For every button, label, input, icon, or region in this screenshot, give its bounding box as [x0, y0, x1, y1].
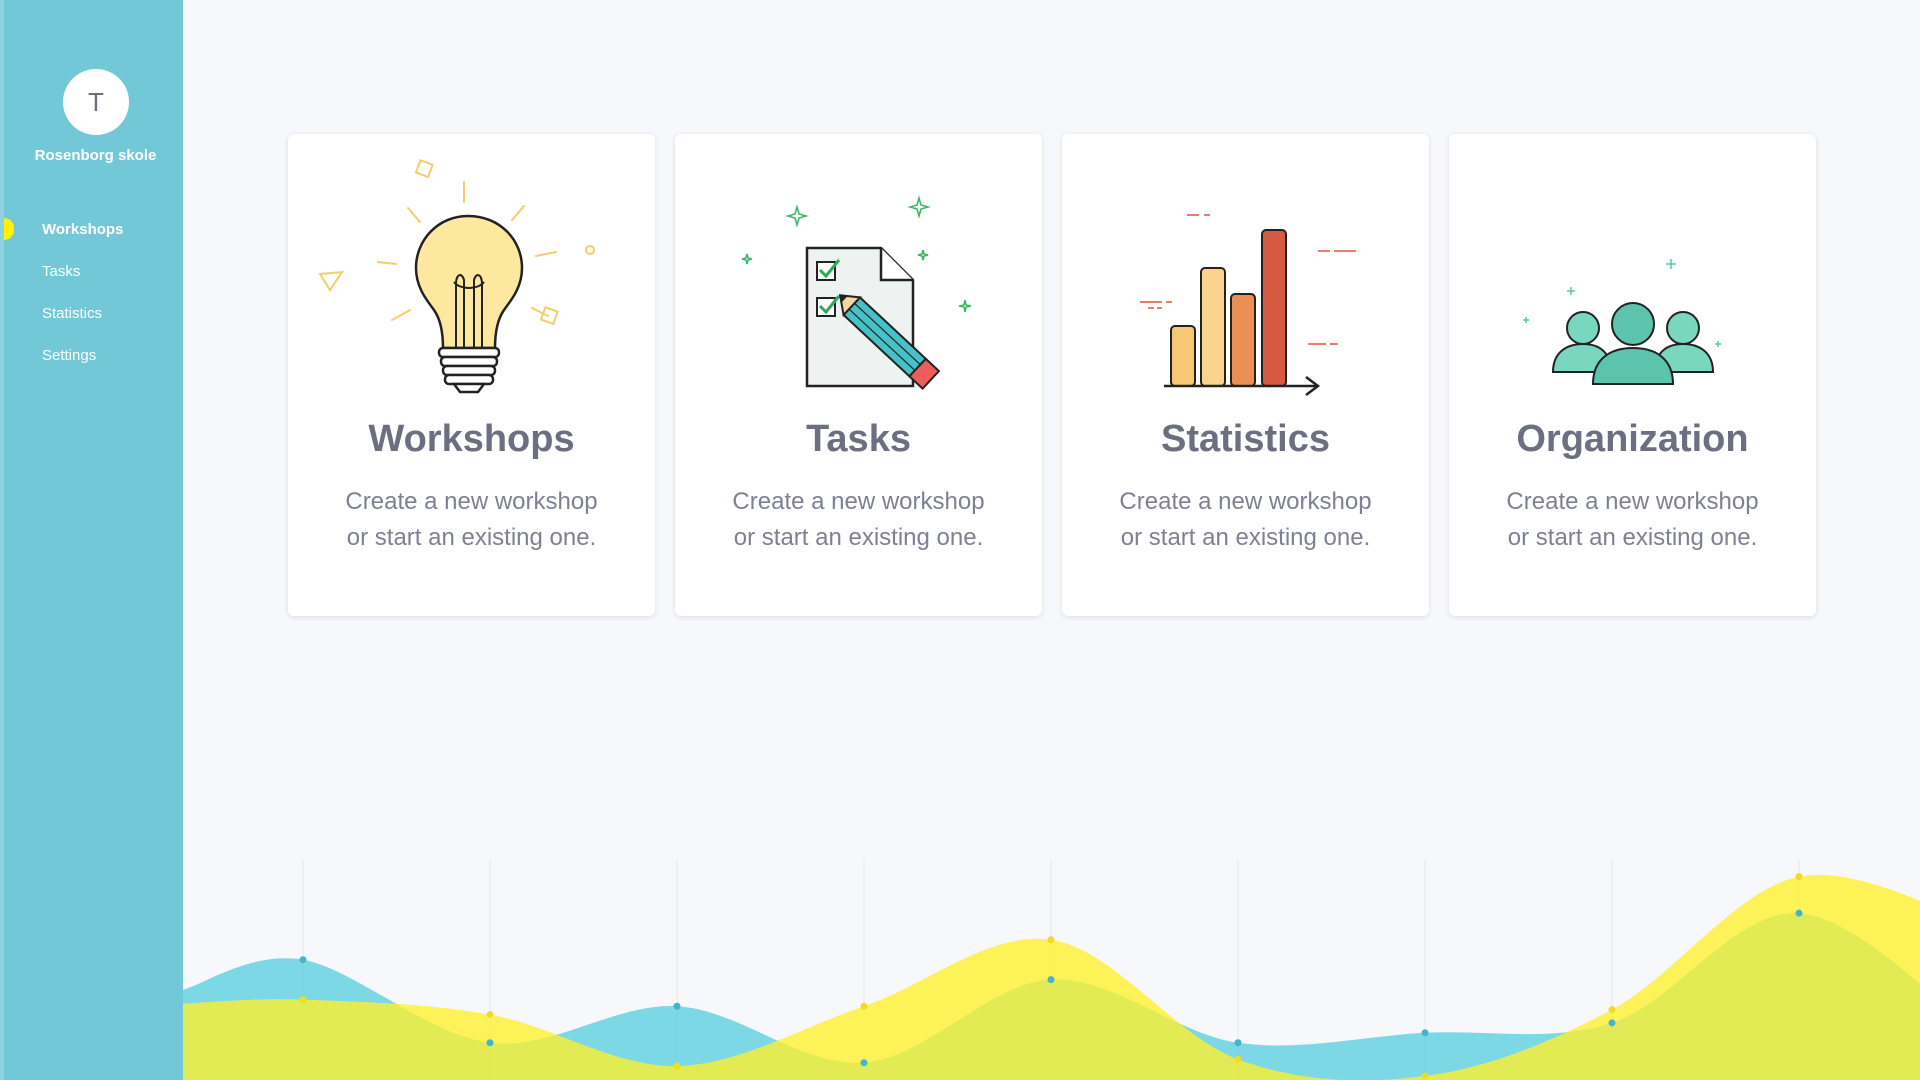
card-description: Create a new workshop or start an existi…: [1469, 484, 1796, 556]
sidebar-item-tasks[interactable]: Tasks: [4, 250, 187, 292]
description-line: or start an existing one.: [1507, 524, 1758, 551]
data-point: [1608, 1006, 1616, 1014]
data-point: [673, 1062, 681, 1070]
description-line: or start an existing one.: [346, 524, 597, 551]
lightbulb-icon: [318, 159, 595, 394]
sidebar: T Rosenborg skole Workshops Tasks Statis…: [0, 0, 183, 1080]
card-title: Workshops: [368, 418, 575, 460]
avatar[interactable]: T: [63, 69, 129, 135]
data-point: [1795, 873, 1803, 881]
card-description: Create a new workshop or start an existi…: [308, 484, 635, 556]
data-point: [1795, 909, 1803, 917]
data-point: [1421, 1029, 1429, 1037]
bar-chart-icon: [1140, 214, 1356, 396]
area-chart: [183, 860, 1920, 1080]
card-tasks[interactable]: Tasks Create a new workshop or start an …: [675, 134, 1042, 616]
card-statistics[interactable]: Statistics Create a new workshop or star…: [1062, 134, 1429, 616]
card-workshops[interactable]: Workshops Create a new workshop or start…: [288, 134, 655, 616]
data-point: [860, 1059, 868, 1067]
data-point: [673, 1002, 681, 1010]
card-description: Create a new workshop or start an existi…: [1082, 484, 1409, 556]
description-line: Create a new workshop: [732, 488, 985, 515]
data-point: [299, 956, 307, 964]
data-point: [1234, 1039, 1242, 1047]
sidebar-nav: Workshops Tasks Statistics Settings: [4, 208, 187, 376]
description-line: or start an existing one.: [1120, 524, 1371, 551]
data-point: [1234, 1055, 1242, 1063]
data-point: [1047, 936, 1055, 944]
card-description: Create a new workshop or start an existi…: [695, 484, 1022, 556]
card-title: Tasks: [806, 418, 911, 460]
data-point: [486, 1011, 494, 1019]
description-line: Create a new workshop: [345, 488, 598, 515]
people-icon: [1523, 259, 1721, 385]
data-point: [1047, 976, 1055, 984]
sidebar-item-settings[interactable]: Settings: [4, 334, 187, 376]
data-point: [299, 996, 307, 1004]
card-organization[interactable]: Organization Create a new workshop or st…: [1449, 134, 1816, 616]
sidebar-item-statistics[interactable]: Statistics: [4, 292, 187, 334]
checklist-pencil-icon: [741, 195, 972, 391]
data-point: [486, 1039, 494, 1047]
card-title: Organization: [1516, 418, 1749, 460]
description-line: Create a new workshop: [1506, 488, 1759, 515]
sidebar-item-workshops[interactable]: Workshops: [4, 208, 187, 250]
card-title: Statistics: [1161, 418, 1330, 460]
school-name: Rosenborg skole: [34, 147, 157, 164]
data-point: [860, 1002, 868, 1010]
data-point: [1421, 1072, 1429, 1080]
description-line: or start an existing one.: [733, 524, 984, 551]
description-line: Create a new workshop: [1119, 488, 1372, 515]
card-grid: Workshops Create a new workshop or start…: [288, 134, 1816, 616]
data-point: [1608, 1019, 1616, 1027]
